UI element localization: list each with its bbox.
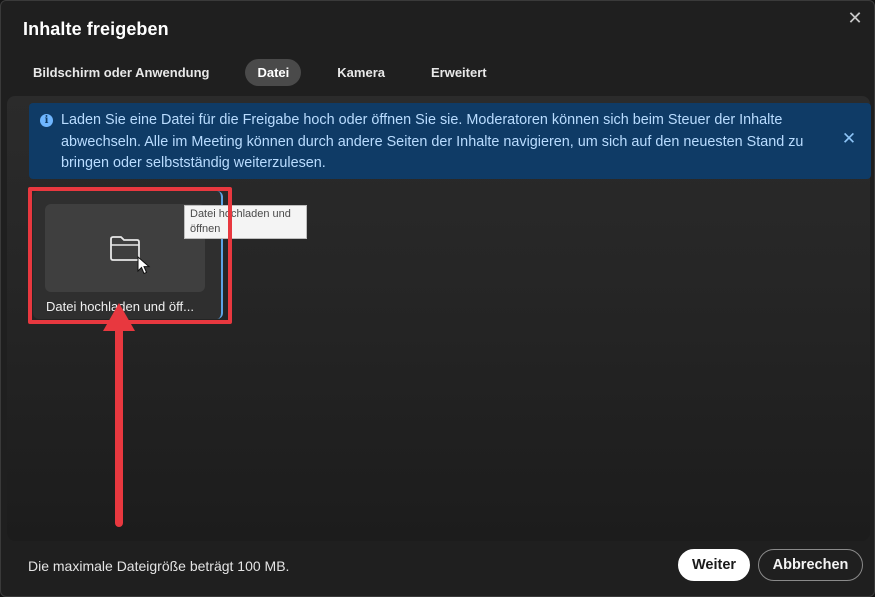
- dialog-title: Inhalte freigeben: [23, 19, 169, 39]
- close-icon[interactable]: ✕: [844, 7, 866, 29]
- tile-thumbnail: [45, 204, 205, 292]
- mouse-cursor-icon: [137, 256, 151, 275]
- tab-file[interactable]: Datei: [245, 58, 302, 86]
- tab-advanced[interactable]: Erweitert: [421, 59, 497, 86]
- tab-screen-or-application[interactable]: Bildschirm oder Anwendung: [23, 59, 219, 86]
- share-content-dialog: Inhalte freigeben ✕ Bildschirm oder Anwe…: [0, 0, 875, 597]
- next-button[interactable]: Weiter: [678, 549, 750, 581]
- tooltip: Datei hochladen und öffnen: [184, 205, 307, 239]
- cancel-button[interactable]: Abbrechen: [758, 549, 863, 581]
- tab-camera[interactable]: Kamera: [327, 59, 395, 86]
- tab-bar: Bildschirm oder Anwendung Datei Kamera E…: [23, 57, 523, 87]
- info-banner: i Laden Sie eine Datei für die Freigabe …: [29, 103, 871, 179]
- max-file-size-note: Die maximale Dateigröße beträgt 100 MB.: [28, 558, 290, 574]
- info-banner-text: Laden Sie eine Datei für die Freigabe ho…: [61, 112, 804, 171]
- tile-label: Datei hochladen und öff...: [46, 299, 194, 314]
- close-icon[interactable]: ✕: [839, 129, 859, 149]
- info-icon: i: [40, 114, 53, 127]
